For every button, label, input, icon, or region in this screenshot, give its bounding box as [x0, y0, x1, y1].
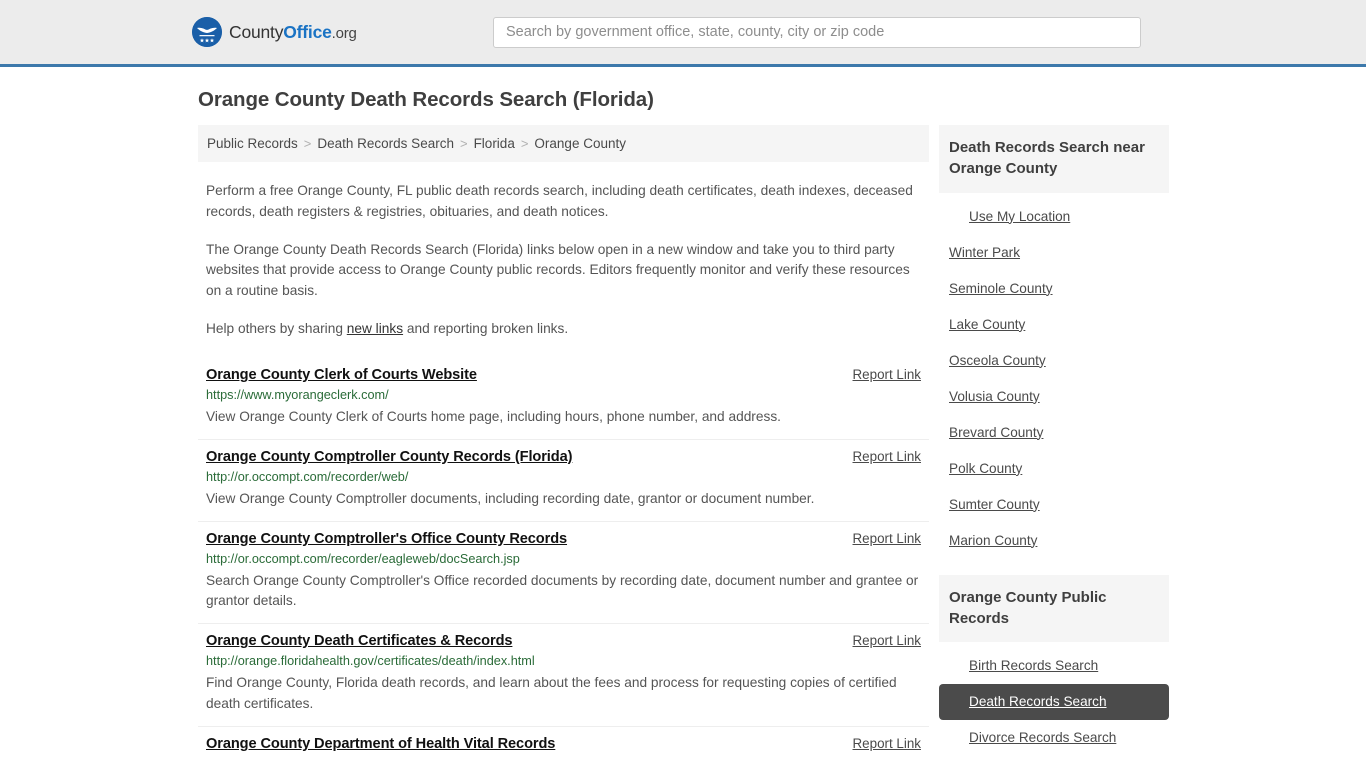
nearby-searches-card: Death Records Search near Orange County … [939, 125, 1169, 559]
sidebar-item-brevard-county[interactable]: Brevard County [939, 415, 1169, 451]
logo-text-office: Office [283, 21, 332, 42]
public-records-card: Orange County Public Records Birth Recor… [939, 574, 1169, 768]
sidebar-item-seminole-county[interactable]: Seminole County [939, 271, 1169, 307]
result-url[interactable]: http://or.occompt.com/recorder/web/ [206, 470, 921, 484]
sidebar-item-use-my-location[interactable]: Use My Location [939, 199, 1169, 235]
result-item: Orange County Department of Health Vital… [198, 725, 929, 763]
result-description: Find Orange County, Florida death record… [206, 675, 897, 712]
sidebar-link[interactable]: Winter Park [949, 245, 1020, 260]
breadcrumb-item-orange-county[interactable]: Orange County [534, 136, 626, 151]
result-item: Orange County Comptroller County Records… [198, 438, 929, 521]
site-header: CountyOffice.org [0, 0, 1366, 67]
sidebar-link[interactable]: Sumter County [949, 497, 1040, 512]
sidebar-link[interactable]: Divorce Records Search [969, 730, 1116, 745]
result-description: View Orange County Clerk of Courts home … [206, 408, 781, 424]
sidebar: Death Records Search near Orange County … [939, 125, 1169, 768]
logo-wordmark: CountyOffice.org [229, 22, 357, 43]
sidebar-item-death-records-search[interactable]: Death Records Search [939, 684, 1169, 721]
result-header: Orange County Department of Health Vital… [206, 736, 921, 752]
breadcrumb-item-death-records-search[interactable]: Death Records Search [317, 136, 454, 151]
report-link-button[interactable]: Report Link [853, 531, 921, 546]
report-link-button[interactable]: Report Link [853, 449, 921, 464]
sidebar-link[interactable]: Osceola County [949, 353, 1046, 368]
sidebar-link[interactable]: Seminole County [949, 281, 1053, 296]
sidebar-item-marion-county[interactable]: Marion County [939, 523, 1169, 559]
breadcrumb-separator: > [303, 136, 312, 151]
sidebar-link[interactable]: Polk County [949, 461, 1022, 476]
intro-section: Perform a free Orange County, FL public … [198, 181, 929, 340]
result-header: Orange County Clerk of Courts Website Re… [206, 367, 921, 383]
sidebar-item-sumter-county[interactable]: Sumter County [939, 487, 1169, 523]
result-list: Orange County Clerk of Courts Website Re… [198, 358, 929, 763]
result-title-link[interactable]: Orange County Department of Health Vital… [206, 736, 555, 752]
nearby-searches-heading: Death Records Search near Orange County [939, 125, 1169, 193]
search-input[interactable] [493, 16, 1141, 48]
result-header: Orange County Comptroller's Office Count… [206, 531, 921, 547]
result-item: Orange County Comptroller's Office Count… [198, 520, 929, 624]
result-title-link[interactable]: Orange County Comptroller County Records… [206, 449, 572, 465]
sidebar-item-genealogy-search[interactable]: Genealogy Search [939, 756, 1169, 768]
breadcrumb-separator: > [459, 136, 468, 151]
sidebar-link[interactable]: Brevard County [949, 425, 1043, 440]
breadcrumb-item-public-records[interactable]: Public Records [207, 136, 298, 151]
public-records-list: Birth Records Search Death Records Searc… [939, 642, 1169, 768]
page-body: Orange County Death Records Search (Flor… [0, 67, 1366, 768]
logo-text-org: .org [331, 24, 357, 42]
sidebar-link[interactable]: Volusia County [949, 389, 1040, 404]
eagle-seal-icon [192, 17, 222, 47]
sidebar-item-winter-park[interactable]: Winter Park [939, 235, 1169, 271]
sidebar-link[interactable]: Death Records Search [969, 694, 1107, 709]
sidebar-link[interactable]: Marion County [949, 533, 1037, 548]
report-link-button[interactable]: Report Link [853, 736, 921, 751]
intro-paragraph-1: Perform a free Orange County, FL public … [206, 183, 913, 219]
nearby-searches-list: Use My Location Winter Park Seminole Cou… [939, 193, 1169, 559]
report-link-button[interactable]: Report Link [853, 633, 921, 648]
sidebar-item-divorce-records-search[interactable]: Divorce Records Search [939, 720, 1169, 756]
result-url[interactable]: https://www.myorangeclerk.com/ [206, 388, 921, 402]
breadcrumb-separator: > [520, 136, 529, 151]
intro-paragraph-2: The Orange County Death Records Search (… [206, 241, 910, 299]
sidebar-item-volusia-county[interactable]: Volusia County [939, 379, 1169, 415]
report-link-button[interactable]: Report Link [853, 367, 921, 382]
sidebar-item-lake-county[interactable]: Lake County [939, 307, 1169, 343]
result-header: Orange County Comptroller County Records… [206, 449, 921, 465]
breadcrumb-item-florida[interactable]: Florida [474, 136, 515, 151]
help-suffix: and reporting broken links. [403, 321, 569, 337]
help-prefix: Help others by sharing [206, 321, 347, 337]
breadcrumb: Public Records > Death Records Search > … [198, 125, 929, 162]
result-description: View Orange County Comptroller documents… [206, 490, 815, 506]
result-url[interactable]: http://or.occompt.com/recorder/eagleweb/… [206, 552, 921, 566]
result-title-link[interactable]: Orange County Death Certificates & Recor… [206, 633, 513, 649]
result-header: Orange County Death Certificates & Recor… [206, 633, 921, 649]
sidebar-item-birth-records-search[interactable]: Birth Records Search [939, 648, 1169, 684]
site-logo[interactable]: CountyOffice.org [192, 17, 357, 47]
result-item: Orange County Clerk of Courts Website Re… [198, 358, 929, 439]
result-url[interactable]: http://orange.floridahealth.gov/certific… [206, 654, 921, 668]
sidebar-link[interactable]: Birth Records Search [969, 658, 1098, 673]
sidebar-item-osceola-county[interactable]: Osceola County [939, 343, 1169, 379]
sidebar-link[interactable]: Lake County [949, 317, 1025, 332]
result-title-link[interactable]: Orange County Clerk of Courts Website [206, 367, 477, 383]
content-columns: Public Records > Death Records Search > … [198, 125, 1169, 768]
result-title-link[interactable]: Orange County Comptroller's Office Count… [206, 531, 567, 547]
page-title: Orange County Death Records Search (Flor… [198, 88, 654, 111]
sidebar-item-polk-county[interactable]: Polk County [939, 451, 1169, 487]
intro-help-line: Help others by sharing new links and rep… [206, 319, 921, 340]
new-links-link[interactable]: new links [347, 321, 403, 336]
logo-text-county: County [229, 21, 284, 42]
sidebar-link[interactable]: Use My Location [969, 209, 1070, 224]
main-column: Public Records > Death Records Search > … [198, 125, 929, 763]
search-container [493, 16, 1141, 48]
result-item: Orange County Death Certificates & Recor… [198, 623, 929, 726]
result-description: Search Orange County Comptroller's Offic… [206, 572, 919, 609]
public-records-heading: Orange County Public Records [939, 574, 1169, 643]
